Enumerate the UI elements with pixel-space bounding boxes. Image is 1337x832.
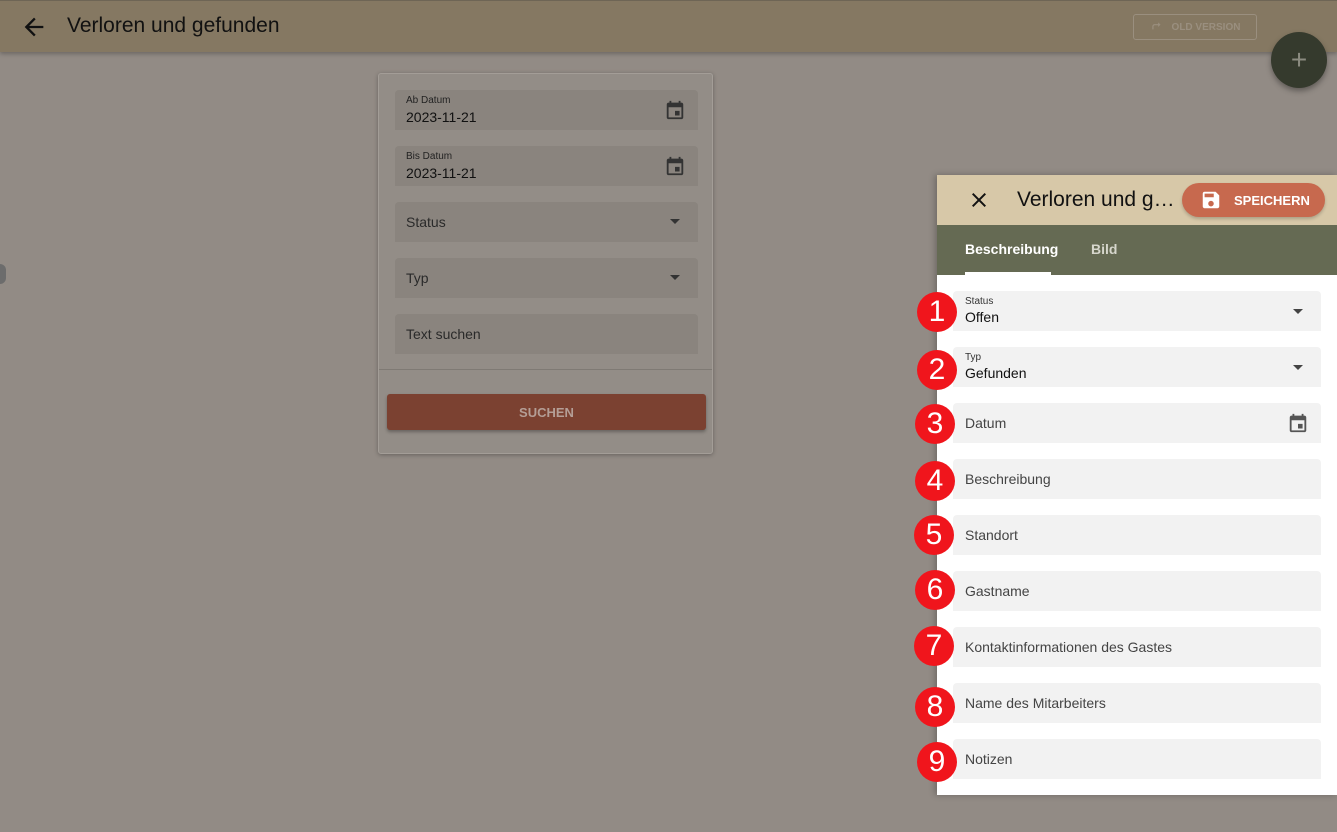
description-input[interactable]: Beschreibung (953, 459, 1321, 499)
notes-placeholder: Notizen (965, 751, 1013, 767)
caret-down-icon (1293, 365, 1303, 370)
active-tab-indicator (965, 272, 1051, 275)
annotation-badge-6: 6 (915, 570, 955, 610)
panel-header: Verloren und gefunden SPEICHERN (937, 175, 1337, 225)
close-icon[interactable] (967, 188, 991, 212)
status-select[interactable]: Status (395, 202, 698, 242)
type-value: Gefunden (965, 365, 1027, 381)
annotation-badge-8: 8 (915, 687, 955, 727)
from-date-field[interactable]: Ab Datum 2023-11-21 (395, 90, 698, 130)
save-label: SPEICHERN (1234, 192, 1310, 208)
lost-found-panel: Verloren und gefunden SPEICHERN Beschrei… (937, 175, 1337, 795)
tab-beschreibung[interactable]: Beschreibung (965, 241, 1058, 257)
from-date-value: 2023-11-21 (406, 109, 477, 125)
status-placeholder: Status (406, 214, 446, 230)
page-title: Verloren und gefunden (67, 14, 280, 37)
calendar-icon[interactable] (1287, 412, 1309, 434)
to-date-label: Bis Datum (406, 151, 453, 162)
location-placeholder: Standort (965, 527, 1018, 543)
plus-icon: + (1290, 44, 1308, 75)
old-version-label: OLD VERSION (1171, 21, 1241, 33)
notes-input[interactable]: Notizen (953, 739, 1321, 779)
text-search-placeholder: Text suchen (406, 326, 481, 342)
app-bar: Verloren und gefunden OLD VERSION (0, 0, 1337, 52)
annotation-badge-2: 2 (917, 350, 957, 390)
status-label: Status (965, 296, 994, 307)
employee-name-placeholder: Name des Mitarbeiters (965, 695, 1106, 711)
date-field[interactable]: Datum (953, 403, 1321, 443)
to-date-value: 2023-11-21 (406, 165, 477, 181)
annotation-badge-1: 1 (917, 292, 957, 332)
floppy-disk-icon (1202, 191, 1220, 209)
caret-down-icon (670, 275, 680, 280)
tab-bild[interactable]: Bild (1091, 241, 1117, 257)
search-button[interactable]: SUCHEN (387, 394, 706, 430)
to-date-field[interactable]: Bis Datum 2023-11-21 (395, 146, 698, 186)
type-label: Typ (965, 352, 982, 363)
annotation-badge-3: 3 (915, 404, 955, 444)
location-input[interactable]: Standort (953, 515, 1321, 555)
divider (379, 369, 712, 370)
old-version-button[interactable]: OLD VERSION (1133, 14, 1257, 40)
status-select[interactable]: Status Offen (953, 291, 1321, 331)
type-select[interactable]: Typ (395, 258, 698, 298)
date-placeholder: Datum (965, 415, 1007, 431)
status-value: Offen (965, 309, 999, 325)
type-placeholder: Typ (406, 270, 429, 286)
add-button[interactable]: + (1271, 32, 1327, 88)
text-search-input[interactable]: Text suchen (395, 314, 698, 354)
employee-name-input[interactable]: Name des Mitarbeiters (953, 683, 1321, 723)
annotation-badge-4: 4 (915, 461, 955, 501)
calendar-icon[interactable] (664, 99, 686, 121)
guest-name-placeholder: Gastname (965, 583, 1030, 599)
search-card: Ab Datum 2023-11-21 Bis Datum 2023-11-21… (378, 73, 713, 454)
drawer-handle[interactable] (0, 264, 6, 284)
tab-bar: Beschreibung Bild (937, 225, 1337, 275)
calendar-icon[interactable] (664, 155, 686, 177)
type-select[interactable]: Typ Gefunden (953, 347, 1321, 387)
description-placeholder: Beschreibung (965, 471, 1051, 487)
annotation-badge-7: 7 (914, 626, 954, 666)
arrow-left-icon[interactable] (20, 13, 48, 41)
caret-down-icon (1293, 309, 1303, 314)
guest-contact-placeholder: Kontaktinformationen des Gastes (965, 639, 1173, 655)
guest-contact-input[interactable]: Kontaktinformationen des Gastes (953, 627, 1321, 667)
annotation-badge-5: 5 (914, 515, 954, 555)
annotation-badge-9: 9 (917, 742, 957, 782)
caret-down-icon (670, 219, 680, 224)
save-button[interactable]: SPEICHERN (1182, 183, 1325, 217)
from-date-label: Ab Datum (406, 95, 451, 106)
panel-title: Verloren und gefunden (1017, 188, 1177, 211)
guest-name-input[interactable]: Gastname (953, 571, 1321, 611)
redo-arrow-icon (1151, 22, 1161, 30)
